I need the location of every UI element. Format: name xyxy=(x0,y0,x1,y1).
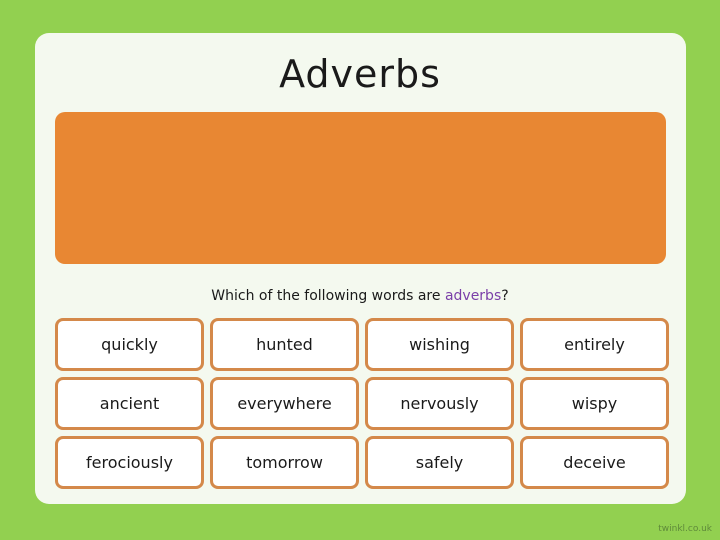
question-suffix: ? xyxy=(501,288,509,304)
question-prefix: Which of the following words are xyxy=(211,288,445,304)
word-card[interactable]: tomorrow xyxy=(210,436,359,489)
word-card[interactable]: deceive xyxy=(520,436,669,489)
slide-title: Adverbs xyxy=(279,52,441,96)
word-card[interactable]: everywhere xyxy=(210,377,359,430)
question-highlight: adverbs xyxy=(444,288,502,304)
question-text: Which of the following words are adverbs… xyxy=(0,288,720,304)
word-card[interactable]: wishing xyxy=(365,318,514,371)
word-card[interactable]: hunted xyxy=(210,318,359,371)
word-card[interactable]: safely xyxy=(365,436,514,489)
word-grid: quickly hunted wishing entirely ancient … xyxy=(55,318,669,489)
word-card[interactable]: ferociously xyxy=(55,436,204,489)
word-card[interactable]: wispy xyxy=(520,377,669,430)
word-card[interactable]: entirely xyxy=(520,318,669,371)
word-card[interactable]: ancient xyxy=(55,377,204,430)
word-card[interactable]: nervously xyxy=(365,377,514,430)
word-card[interactable]: quickly xyxy=(55,318,204,371)
footer-brand: twinkl.co.uk xyxy=(658,524,712,534)
answer-box xyxy=(55,112,666,264)
